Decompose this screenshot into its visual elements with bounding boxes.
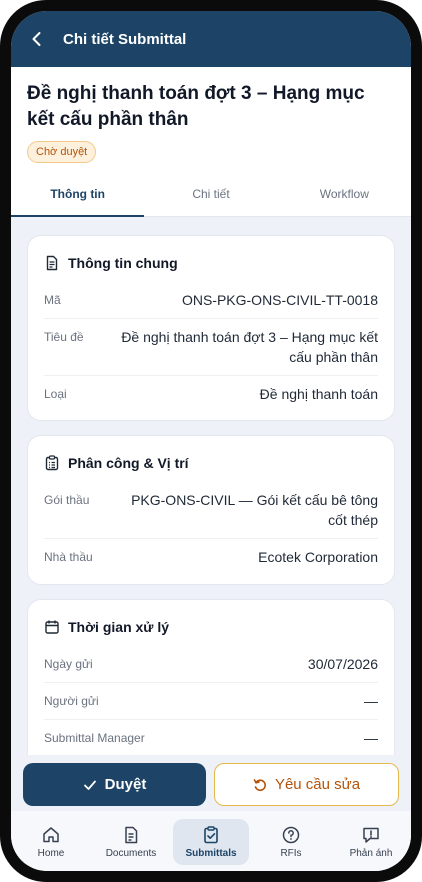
row-label: Người gửi	[44, 694, 99, 708]
tab-bar: Thông tin Chi tiết Workflow	[11, 179, 411, 217]
card-header: Thông tin chung	[44, 252, 378, 274]
card-title: Thời gian xử lý	[68, 619, 169, 635]
nav-submittals[interactable]: Submittals	[173, 819, 249, 865]
page-title: Chi tiết Submittal	[63, 30, 187, 48]
check-icon	[83, 780, 96, 790]
row-value: —	[364, 730, 378, 746]
row-label: Nhà thầu	[44, 550, 93, 564]
card-title: Thông tin chung	[68, 255, 178, 271]
nav-label: Phản ánh	[349, 848, 393, 859]
clipboard-check-icon	[204, 826, 218, 844]
home-icon	[43, 827, 59, 843]
submittal-title: Đề nghị thanh toán đợt 3 – Hạng mục kết …	[27, 83, 365, 130]
status-badge: Chờ duyệt	[27, 141, 97, 163]
clipboard-list-icon	[45, 455, 59, 471]
row-label: Loại	[44, 387, 67, 401]
screen: Chi tiết Submittal Đề nghị thanh toán đợ…	[11, 11, 411, 871]
tab-details[interactable]: Chi tiết	[144, 179, 277, 216]
row-value: PKG-ONS-CIVIL — Gói kết cấu bê tông cốt …	[131, 492, 378, 528]
row-value: Đề nghị thanh toán	[259, 386, 378, 402]
approve-button[interactable]: Duyệt	[23, 763, 206, 806]
document-icon	[46, 255, 58, 271]
back-button[interactable]	[17, 11, 57, 67]
info-row-package: Gói thầu PKG-ONS-CIVIL — Gói kết cấu bê …	[44, 482, 378, 539]
row-value: ONS-PKG-ONS-CIVIL-TT-0018	[181, 292, 378, 308]
action-bar: Duyệt Yêu cầu sửa	[11, 755, 411, 811]
info-row-sender: Người gửi —	[44, 683, 378, 720]
row-value: —	[364, 693, 378, 709]
approve-label: Duyệt	[104, 776, 147, 793]
nav-documents[interactable]: Documents	[93, 819, 169, 865]
tab-info[interactable]: Thông tin	[11, 179, 145, 217]
nav-label: Submittals	[185, 848, 237, 859]
row-value: Ecotek Corporation	[258, 549, 378, 565]
row-value: Đề nghị thanh toán đợt 3 – Hạng mục kết …	[121, 329, 378, 365]
info-row-type: Loại Đề nghị thanh toán	[44, 376, 378, 412]
nav-feedback[interactable]: Phản ánh	[333, 819, 409, 865]
info-row-contractor: Nhà thầu Ecotek Corporation	[44, 539, 378, 575]
info-row-code: Mã ONS-PKG-ONS-CIVIL-TT-0018	[44, 282, 378, 319]
assignment-card: Phân công & Vị trí Gói thầu PKG-ONS-CIVI…	[27, 435, 395, 585]
row-label: Ngày gửi	[44, 657, 93, 671]
info-row-sent-date: Ngày gửi 30/07/2026	[44, 646, 378, 683]
card-header: Phân công & Vị trí	[44, 452, 378, 474]
card-header: Thời gian xử lý	[44, 616, 378, 638]
question-circle-icon	[282, 826, 300, 844]
request-revision-button[interactable]: Yêu cầu sửa	[214, 763, 399, 806]
undo-icon	[253, 778, 266, 791]
row-label: Gói thầu	[44, 493, 90, 507]
general-info-card: Thông tin chung Mã ONS-PKG-ONS-CIVIL-TT-…	[27, 235, 395, 421]
tab-workflow[interactable]: Workflow	[278, 179, 411, 216]
content-scroll[interactable]: Thông tin chung Mã ONS-PKG-ONS-CIVIL-TT-…	[11, 217, 411, 757]
timing-card: Thời gian xử lý Ngày gửi 30/07/2026 Ngườ…	[27, 599, 395, 757]
device-frame: Chi tiết Submittal Đề nghị thanh toán đợ…	[0, 0, 422, 882]
nav-label: RFIs	[280, 848, 302, 859]
document-icon	[125, 826, 138, 844]
card-title: Phân công & Vị trí	[68, 455, 189, 471]
row-value: 30/07/2026	[307, 656, 378, 672]
nav-label: Documents	[105, 848, 157, 859]
nav-rfis[interactable]: RFIs	[253, 819, 329, 865]
row-label: Mã	[44, 293, 61, 307]
title-block: Đề nghị thanh toán đợt 3 – Hạng mục kết …	[11, 67, 411, 217]
nav-label: Home	[37, 848, 65, 859]
feedback-icon	[363, 827, 379, 843]
back-arrow-icon	[32, 32, 41, 46]
request-revision-label: Yêu cầu sửa	[274, 776, 361, 793]
app-bar: Chi tiết Submittal	[11, 11, 411, 67]
calendar-icon	[45, 620, 59, 634]
info-row-title: Tiêu đề Đề nghị thanh toán đợt 3 – Hạng …	[44, 319, 378, 376]
bottom-nav: Home Documents Submittals RFIs Phản ánh	[11, 811, 411, 871]
row-label: Tiêu đề	[44, 330, 84, 344]
info-row-manager: Submittal Manager —	[44, 720, 378, 756]
nav-home[interactable]: Home	[13, 819, 89, 865]
row-label: Submittal Manager	[44, 731, 145, 745]
